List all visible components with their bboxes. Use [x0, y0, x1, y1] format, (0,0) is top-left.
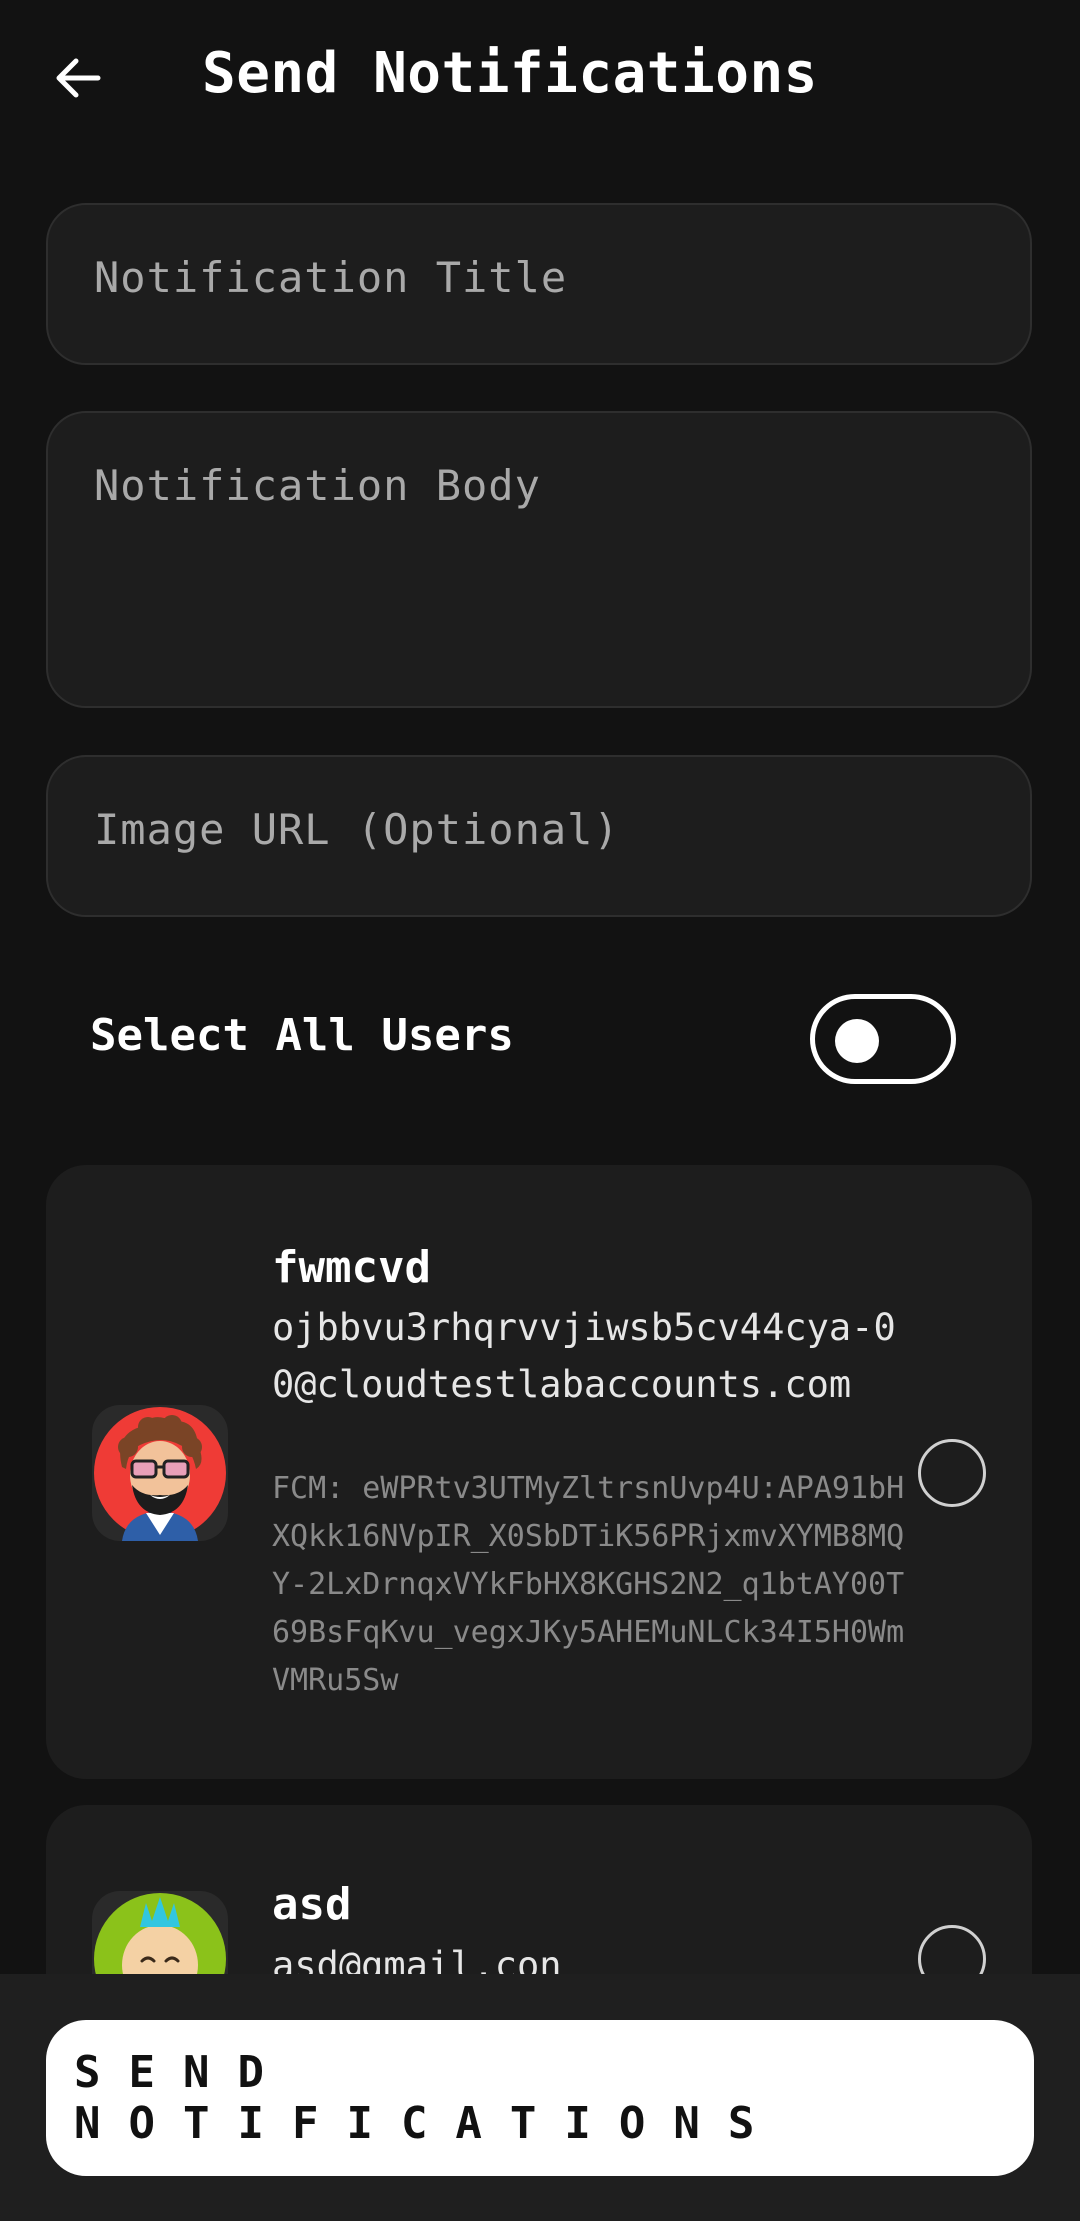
notification-body-placeholder: Notification Body: [94, 461, 541, 510]
bottom-action-bar: SEND NOTIFICATIONS: [0, 1974, 1080, 2221]
image-url-placeholder: Image URL (Optional): [94, 805, 620, 854]
back-button[interactable]: [38, 38, 118, 118]
arrow-left-icon: [56, 58, 101, 98]
page-title: Send Notifications: [202, 41, 818, 106]
notification-title-field[interactable]: Notification Title: [46, 203, 1032, 365]
user-select-radio[interactable]: [918, 1439, 986, 1507]
bearded-man-sunglasses-avatar: [94, 1407, 226, 1541]
notification-body-field[interactable]: Notification Body: [46, 411, 1032, 708]
select-all-row: Select All Users: [0, 990, 1080, 1090]
select-all-toggle[interactable]: [810, 994, 956, 1084]
toggle-knob: [835, 1019, 879, 1063]
user-name: asd: [272, 1879, 352, 1930]
user-avatar: [92, 1405, 228, 1541]
image-url-field[interactable]: Image URL (Optional): [46, 755, 1032, 917]
user-card[interactable]: fwmcvd ojbbvu3rhqrvvjiwsb5cv44cya-00@clo…: [46, 1165, 1032, 1779]
send-notifications-button[interactable]: SEND NOTIFICATIONS: [46, 2020, 1034, 2176]
notification-title-placeholder: Notification Title: [94, 253, 568, 302]
select-all-label: Select All Users: [90, 1010, 514, 1061]
user-email: ojbbvu3rhqrvvjiwsb5cv44cya-00@cloudtestl…: [272, 1306, 896, 1406]
user-name: fwmcvd: [272, 1242, 431, 1293]
app-bar: Send Notifications: [0, 0, 1080, 150]
user-fcm-token: FCM: eWPRtv3UTMyZltrsnUvp4U:APA91bHXQkk1…: [272, 1471, 905, 1698]
